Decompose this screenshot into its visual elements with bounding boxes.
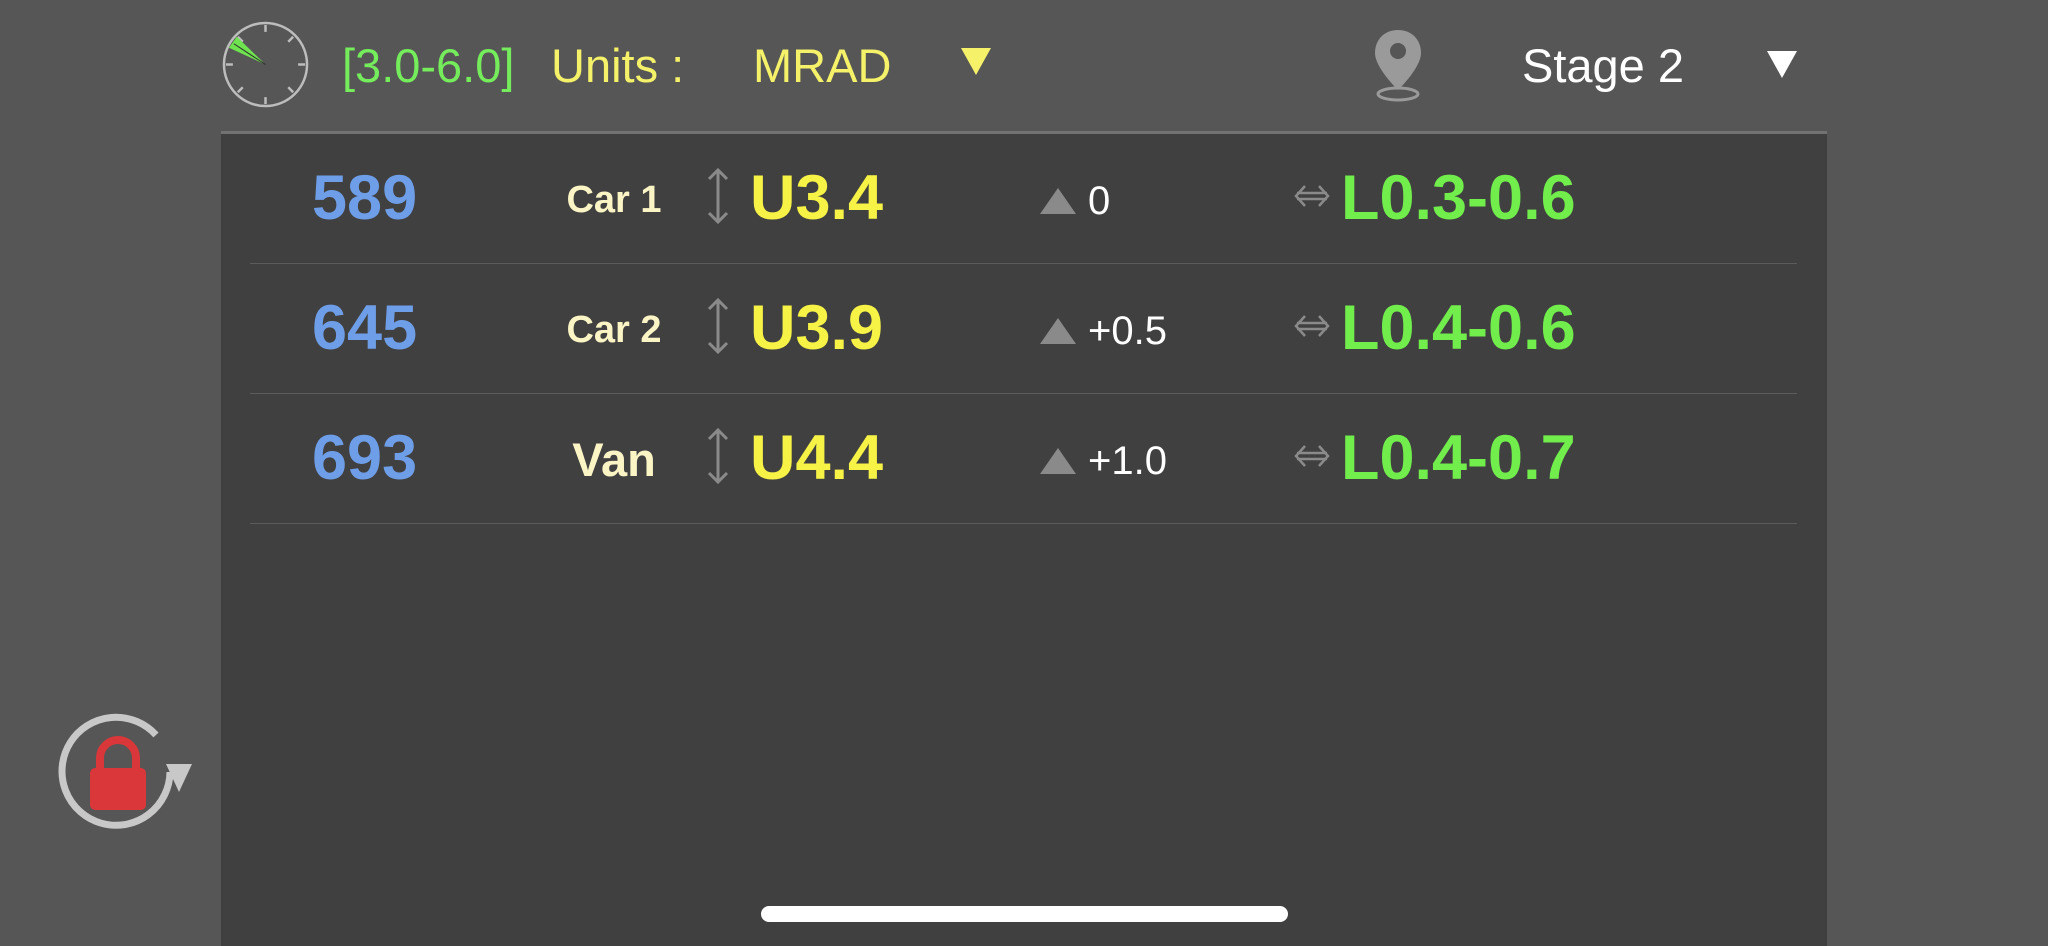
triangle-up-icon — [1040, 448, 1076, 474]
stage-dropdown[interactable]: Stage 2 — [1522, 38, 1684, 94]
target-label: Car 2 — [566, 309, 662, 351]
vertical-arrow-icon — [707, 297, 729, 355]
vertical-arrow-icon — [707, 427, 729, 485]
horizontal-arrow-icon — [1294, 445, 1330, 467]
header-bar: [3.0-6.0] Units : MRAD Stage 2 — [221, 0, 1827, 134]
elevation-value: U3.9 — [750, 293, 884, 363]
windage-value: L0.3-0.6 — [1341, 163, 1576, 233]
triangle-up-icon — [1040, 188, 1076, 214]
windage-value: L0.4-0.7 — [1341, 423, 1576, 493]
rotation-lock-icon[interactable] — [52, 708, 196, 836]
elevation-value: U3.4 — [750, 163, 884, 233]
target-label: Van — [572, 433, 656, 486]
distance-value: 589 — [312, 163, 418, 233]
adjustment-value: +0.5 — [1088, 309, 1167, 353]
horizontal-arrow-icon — [1294, 315, 1330, 337]
range-label: [3.0-6.0] — [342, 39, 515, 92]
distance-value: 645 — [312, 293, 418, 363]
units-dropdown[interactable]: MRAD — [753, 38, 891, 94]
table-row[interactable]: 645 Car 2 U3.9 +0.5 L0.4-0.6 — [250, 264, 1797, 394]
home-indicator[interactable] — [761, 906, 1288, 922]
elevation-value: U4.4 — [750, 423, 884, 493]
target-label: Car 1 — [566, 179, 662, 221]
stopwatch-icon[interactable] — [221, 20, 310, 109]
units-label: Units : — [551, 39, 685, 92]
table-row[interactable]: 693 Van U4.4 +1.0 L0.4-0.7 — [250, 394, 1797, 524]
triangle-up-icon — [1040, 318, 1076, 344]
app-screen: [3.0-6.0] Units : MRAD Stage 2 589 Car 1… — [0, 0, 2048, 946]
stage-dropdown-icon[interactable] — [1767, 51, 1797, 78]
table-row[interactable]: 589 Car 1 U3.4 0 L0.3-0.6 — [250, 134, 1797, 264]
ballistics-table: 589 Car 1 U3.4 0 L0.3-0.6 645 Car 2 U3.9… — [221, 134, 1827, 946]
horizontal-arrow-icon — [1294, 185, 1330, 207]
vertical-arrow-icon — [707, 167, 729, 225]
windage-value: L0.4-0.6 — [1341, 293, 1576, 363]
adjustment-value: 0 — [1088, 179, 1111, 223]
adjustment-value: +1.0 — [1088, 439, 1167, 483]
distance-value: 693 — [312, 423, 418, 493]
map-pin-icon[interactable] — [1371, 28, 1425, 102]
units-dropdown-icon[interactable] — [961, 48, 991, 75]
